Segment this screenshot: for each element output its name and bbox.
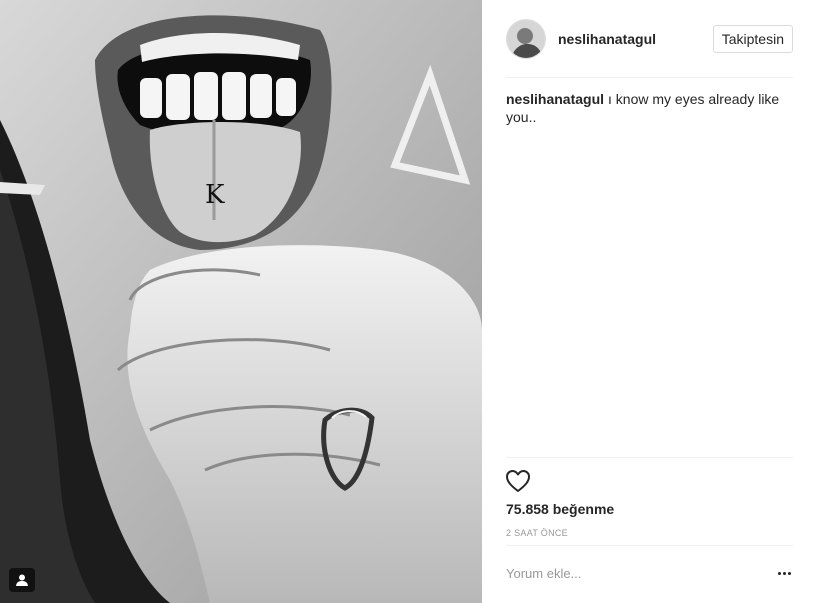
post-timestamp[interactable]: 2 SAAT ÖNCE	[506, 528, 568, 538]
tattoo-letter: K	[205, 180, 225, 210]
more-options-icon[interactable]	[774, 566, 794, 580]
post-sidebar: neslihanatagul Takiptesin neslihanatagul…	[482, 0, 813, 603]
avatar[interactable]	[506, 19, 546, 59]
following-button[interactable]: Takiptesin	[712, 25, 793, 53]
post-photo[interactable]: K	[0, 0, 482, 603]
caption: neslihanatagul ı know my eyes already lik…	[506, 90, 791, 126]
user-tag-icon[interactable]	[9, 568, 35, 592]
post-header: neslihanatagul Takiptesin	[506, 18, 793, 60]
likes-count[interactable]: 75.858 beğenme	[506, 501, 614, 517]
header-username[interactable]: neslihanatagul	[558, 31, 713, 47]
actions-divider	[506, 457, 793, 458]
caption-username[interactable]: neslihanatagul	[506, 91, 604, 107]
header-divider	[506, 77, 793, 78]
comment-divider	[506, 545, 793, 546]
photo-illustration: K	[0, 0, 482, 603]
heart-icon[interactable]	[504, 467, 532, 495]
comment-input[interactable]	[506, 562, 756, 584]
